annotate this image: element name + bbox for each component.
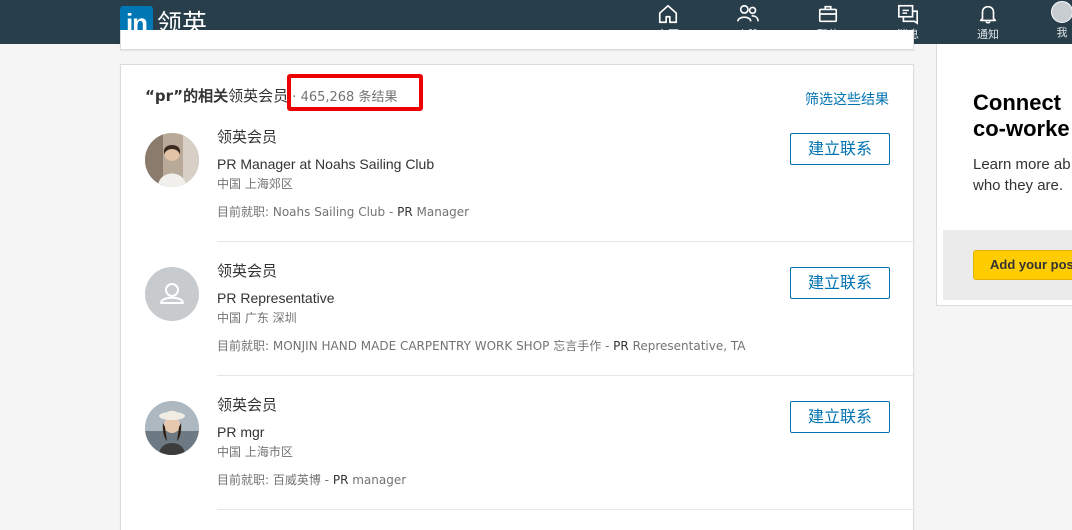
member-location: 中国 广东 深圳 bbox=[217, 311, 297, 325]
connect-button[interactable]: 建立联系 bbox=[790, 401, 890, 433]
member-label: 领英会员 bbox=[228, 87, 289, 105]
member-headline: PR Manager at Noahs Sailing Club bbox=[217, 156, 435, 172]
highlight-box bbox=[287, 74, 423, 111]
ad-sub-line: who they are. bbox=[973, 177, 1064, 194]
ad-title-line: co-worke bbox=[973, 116, 1070, 141]
member-name[interactable]: 领英会员 bbox=[217, 395, 777, 415]
briefcase-icon bbox=[818, 5, 838, 23]
filter-results-link[interactable]: 筛选这些结果 bbox=[805, 89, 889, 109]
bell-icon bbox=[979, 5, 997, 24]
current-prefix: 目前就职: MONJIN HAND MADE CARPENTRY WORK SH… bbox=[217, 339, 614, 353]
current-prefix: 目前就职: Noahs Sailing Club - bbox=[217, 205, 398, 219]
member-headline: PR Representative bbox=[217, 290, 335, 306]
ad-title: Connect co-worke bbox=[973, 90, 1070, 142]
nav-me-label: 我 bbox=[1056, 26, 1068, 39]
divider bbox=[217, 375, 913, 376]
result-info: 领英会员 PR mgr 中国 上海市区 目前就职: 百威英博 - PR mana… bbox=[217, 395, 777, 488]
member-current-position: 目前就职: MONJIN HAND MADE CARPENTRY WORK SH… bbox=[217, 338, 777, 354]
query-text: “pr”的相关 bbox=[145, 87, 229, 105]
search-results-card: “pr”的相关领英会员 · 465,268 条结果 筛选这些结果 领英会员 PR… bbox=[120, 64, 914, 530]
connect-button[interactable]: 建立联系 bbox=[790, 267, 890, 299]
avatar[interactable] bbox=[145, 133, 199, 187]
add-position-button[interactable]: Add your pos bbox=[973, 250, 1072, 280]
current-role-keyword: PR bbox=[332, 473, 349, 487]
divider bbox=[217, 509, 913, 510]
result-info: 领英会员 PR Representative 中国 广东 深圳 目前就职: MO… bbox=[217, 261, 777, 354]
ad-subtitle: Learn more ab who they are. bbox=[973, 154, 1071, 196]
current-role-keyword: PR bbox=[397, 205, 413, 219]
result-item: 领英会员 PR Representative 中国 广东 深圳 目前就职: MO… bbox=[145, 259, 915, 393]
member-current-position: 目前就职: Noahs Sailing Club - PR Manager bbox=[217, 204, 777, 220]
member-location: 中国 上海市区 bbox=[217, 445, 293, 459]
network-icon bbox=[737, 4, 759, 22]
messaging-icon bbox=[898, 4, 918, 25]
member-location: 中国 上海郊区 bbox=[217, 177, 293, 191]
avatar[interactable] bbox=[145, 401, 199, 455]
avatar[interactable] bbox=[145, 267, 199, 321]
nav-notifications[interactable]: 通知 bbox=[958, 0, 1018, 44]
current-role: manager bbox=[348, 473, 407, 487]
me-avatar bbox=[1051, 1, 1072, 23]
profile-photo bbox=[145, 401, 199, 455]
member-name[interactable]: 领英会员 bbox=[217, 127, 777, 147]
current-role: Representative, TA bbox=[628, 339, 746, 353]
result-item: 领英会员 PR Manager at Noahs Sailing Club 中国… bbox=[145, 125, 915, 259]
profile-photo bbox=[145, 133, 199, 187]
result-info: 领英会员 PR Manager at Noahs Sailing Club 中国… bbox=[217, 127, 777, 220]
person-placeholder-icon bbox=[160, 283, 184, 304]
member-name[interactable]: 领英会员 bbox=[217, 261, 777, 281]
home-icon bbox=[658, 4, 678, 24]
nav-notifications-label: 通知 bbox=[977, 28, 999, 41]
nav-me[interactable]: 我 bbox=[1032, 0, 1072, 44]
previous-card bbox=[120, 30, 914, 50]
member-current-position: 目前就职: 百威英博 - PR manager bbox=[217, 472, 777, 488]
connect-button[interactable]: 建立联系 bbox=[790, 133, 890, 165]
divider bbox=[217, 241, 913, 242]
result-item: 领英会员 PR mgr 中国 上海市区 目前就职: 百威英博 - PR mana… bbox=[145, 393, 915, 527]
ad-card: Connect co-worke Learn more ab who they … bbox=[936, 44, 1072, 306]
ad-sub-line: Learn more ab bbox=[973, 156, 1071, 173]
member-headline: PR mgr bbox=[217, 424, 265, 440]
current-role: Manager bbox=[412, 205, 470, 219]
ad-title-line: Connect bbox=[973, 90, 1061, 115]
current-prefix: 目前就职: 百威英博 - bbox=[217, 473, 333, 487]
current-role-keyword: PR bbox=[613, 339, 629, 353]
